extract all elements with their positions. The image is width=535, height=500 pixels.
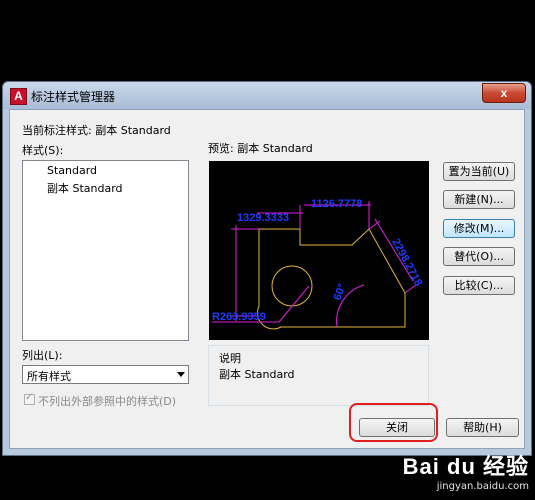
part-geometry	[256, 228, 406, 330]
dim-text-angle: 60°	[332, 282, 349, 302]
dim-text-left: 1329.3333	[237, 212, 289, 224]
description-text: 副本 Standard	[219, 368, 295, 381]
window-title: 标注样式管理器	[31, 90, 116, 104]
preview-label-line: 预览: 副本 Standard	[208, 140, 313, 156]
dimension-style-manager-window: A 标注样式管理器 x 当前标注样式: 副本 Standard 样式(S): S…	[2, 81, 532, 456]
list-filter-value: 所有样式	[27, 370, 71, 383]
close-button-highlight	[349, 403, 438, 442]
autocad-app-icon: A	[10, 88, 27, 105]
list-item-standard[interactable]: Standard	[47, 164, 97, 177]
chevron-down-icon[interactable]	[177, 372, 185, 377]
modify-button[interactable]: 修改(M)...	[443, 219, 515, 238]
preview-style-name: 副本 Standard	[237, 142, 313, 155]
help-button[interactable]: 帮助(H)	[446, 418, 519, 437]
new-button[interactable]: 新建(N)...	[443, 190, 515, 209]
current-style-line: 当前标注样式: 副本 Standard	[22, 122, 171, 138]
preview-label: 预览:	[208, 142, 234, 155]
current-style-label: 当前标注样式:	[22, 124, 92, 137]
title-bar[interactable]: A 标注样式管理器 x	[3, 82, 531, 109]
dim-text-diagonal: 2298.2718	[389, 237, 424, 289]
exclude-xref-label: 不列出外部参照中的样式(D)	[38, 395, 177, 408]
description-group: 说明 副本 Standard	[208, 345, 429, 406]
compare-button[interactable]: 比较(C)...	[443, 276, 515, 295]
dim-text-top: 1126.7778	[311, 198, 362, 210]
dialog-client-area: 当前标注样式: 副本 Standard 样式(S): Standard 副本 S…	[9, 109, 525, 449]
window-close-button[interactable]: x	[482, 83, 526, 103]
list-item-copy-standard[interactable]: 副本 Standard	[47, 180, 123, 196]
watermark: Bai du 经验 jingyan.baidu.com	[403, 449, 529, 492]
dim-text-radius: R263.9359	[212, 311, 266, 323]
styles-listbox[interactable]: Standard 副本 Standard	[22, 160, 189, 341]
styles-list-label: 样式(S):	[22, 144, 64, 157]
list-filter-select[interactable]: 所有样式	[22, 365, 189, 384]
override-button[interactable]: 替代(O)...	[443, 247, 515, 266]
preview-drawing: 1126.7778 1329.3333 2298.2718 60° R263.9…	[212, 198, 424, 330]
set-current-button[interactable]: 置为当前(U)	[443, 162, 515, 181]
exclude-xref-checkbox[interactable]	[24, 392, 35, 405]
list-filter-label: 列出(L):	[22, 349, 63, 362]
watermark-url: jingyan.baidu.com	[436, 481, 529, 492]
preview-pane: 1126.7778 1329.3333 2298.2718 60° R263.9…	[209, 161, 429, 340]
description-label: 说明	[219, 352, 241, 365]
watermark-logo: Bai du 经验	[402, 454, 529, 479]
current-style-value: 副本 Standard	[95, 124, 171, 137]
